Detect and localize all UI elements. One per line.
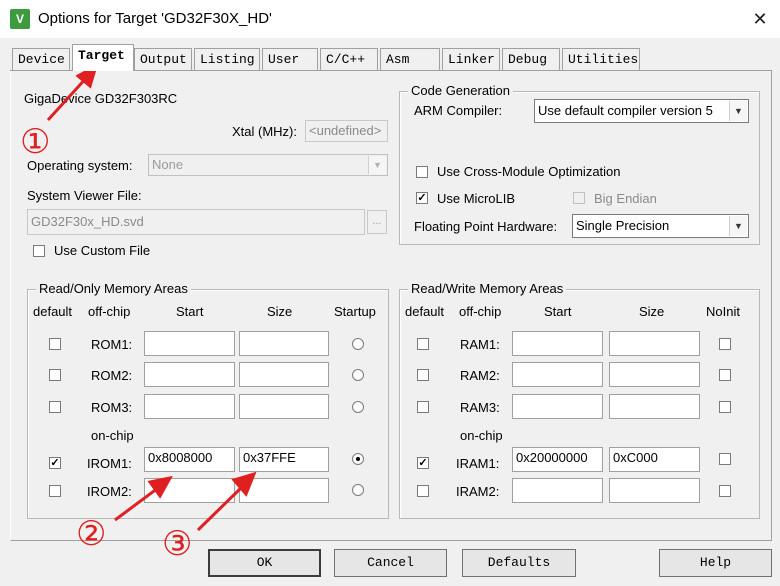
arrow-to-irom1-size <box>196 484 245 532</box>
annotation-2: ② <box>76 514 107 554</box>
arrow-to-irom1-start <box>114 486 159 522</box>
tab-target[interactable]: Target <box>72 44 134 71</box>
annotation-arrows <box>46 62 257 532</box>
annotation-3: ③ <box>162 524 193 564</box>
annotation-1: ① <box>20 122 51 162</box>
arrow-to-target-tab <box>46 74 90 122</box>
